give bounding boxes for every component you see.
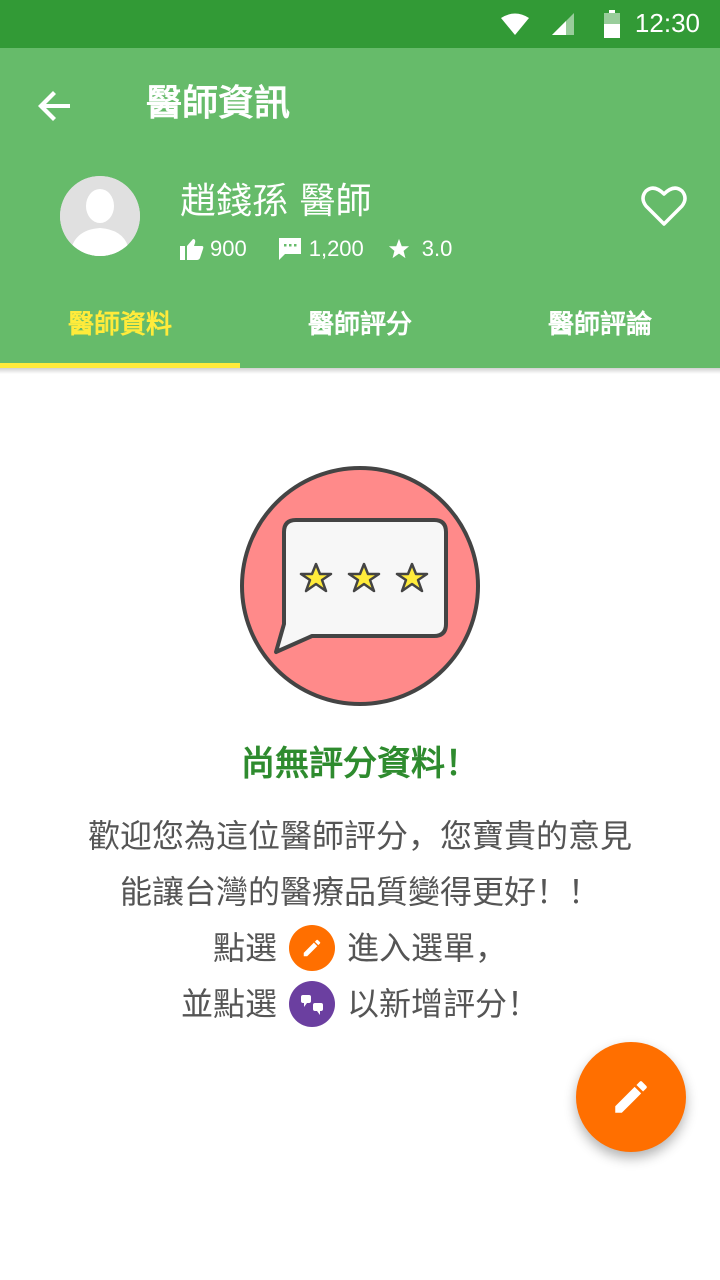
- rating-value: 3.0: [421, 236, 453, 261]
- desc-line-3-before: 點選: [212, 929, 277, 967]
- tab-doctor-ratings[interactable]: 醫師評分: [240, 298, 480, 368]
- tab-bar: 醫師資料 醫師評分 醫師評論: [0, 298, 720, 368]
- doctor-header: 醫師資訊 趙錢孫 醫師 900 1,200 3.0 醫師資料 醫師評分 醫師評論: [0, 48, 720, 368]
- arrow-back-icon[interactable]: [36, 86, 76, 126]
- desc-line-4-after: 以新增評分！: [347, 985, 540, 1023]
- desc-line-3-after: 進入選單，: [347, 929, 508, 967]
- rate-quote-icon: [289, 981, 335, 1027]
- edit-pencil-icon: [615, 1081, 647, 1113]
- tab-doctor-profile[interactable]: 醫師資料: [0, 298, 240, 368]
- edit-pencil-icon: [289, 925, 335, 971]
- default-user-icon: [60, 176, 140, 256]
- page-title: 醫師資訊: [146, 83, 291, 124]
- desc-line-2: 能讓台灣的醫療品質變得更好！！: [119, 873, 600, 911]
- desc-line-3: 點選 進入選單，: [0, 920, 720, 976]
- heart-outline-icon[interactable]: [640, 184, 688, 228]
- tab-doctor-reviews[interactable]: 醫師評論: [480, 298, 720, 368]
- header-shadow: [0, 368, 720, 374]
- desc-line-4-before: 並點選: [180, 985, 277, 1023]
- likes-count: 900: [210, 236, 247, 261]
- desc-line-1: 歡迎您為這位醫師評分，您寶貴的意見: [87, 817, 632, 855]
- add-rating-fab[interactable]: [576, 1042, 686, 1152]
- status-bar: 12:30: [0, 0, 720, 48]
- empty-state-description: 歡迎您為這位醫師評分，您寶貴的意見 能讓台灣的醫療品質變得更好！！ 點選 進入選…: [0, 808, 720, 1032]
- battery-icon: [604, 10, 620, 38]
- empty-state-title: 尚無評分資料！: [241, 744, 479, 784]
- comments-count: 1,200: [308, 236, 364, 261]
- status-time: 12:30: [634, 8, 700, 38]
- doctor-stats: 900 1,200 3.0: [180, 234, 452, 264]
- doctor-name: 趙錢孫 醫師: [180, 181, 372, 222]
- signal-icon: [552, 13, 574, 35]
- rating-bubble-illustration: [240, 466, 480, 706]
- wifi-icon: [501, 13, 529, 35]
- star-icon: [388, 238, 409, 259]
- desc-line-4: 並點選 以新增評分！: [0, 976, 720, 1032]
- avatar: [60, 176, 140, 256]
- comment-icon: [278, 238, 301, 260]
- thumb-up-icon: [180, 239, 204, 260]
